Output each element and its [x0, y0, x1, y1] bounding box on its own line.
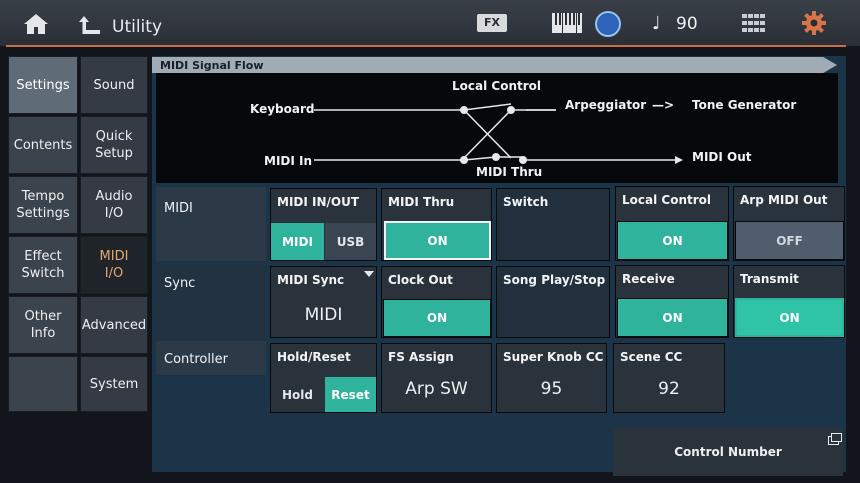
- midi-sync-param[interactable]: MIDI Sync MIDI: [270, 266, 377, 338]
- subtab-midi-io[interactable]: MIDI I/O: [80, 236, 148, 294]
- super-knob-cc-value: 95: [540, 379, 563, 399]
- receive-param: Receive ON: [615, 265, 729, 338]
- tab-label: Other Info: [24, 309, 62, 341]
- subtab-label: Audio I/O: [95, 189, 133, 221]
- flow-midi-out-label: MIDI Out: [692, 150, 752, 164]
- fs-assign-param[interactable]: FS Assign Arp SW: [381, 343, 492, 413]
- row-label-sync: Sync: [156, 264, 266, 338]
- control-number-button[interactable]: Control Number: [613, 428, 843, 476]
- flow-midi-in-label: MIDI In: [264, 154, 313, 168]
- subtab-label: System: [89, 376, 139, 392]
- param-label: Super Knob CC: [503, 350, 604, 364]
- tab-label: Settings: [16, 77, 70, 93]
- header-divider: [6, 45, 846, 47]
- param-label: Clock Out: [388, 273, 453, 287]
- param-label: Transmit: [740, 272, 799, 286]
- flow-keyboard-label: Keyboard: [250, 102, 315, 116]
- subtab-label: Advanced: [81, 317, 147, 333]
- hold-reset-option-hold[interactable]: Hold: [271, 377, 324, 412]
- local-control-toggle[interactable]: ON: [617, 221, 728, 260]
- dropdown-arrow-icon: [364, 271, 374, 277]
- subtab-system[interactable]: System: [80, 356, 148, 412]
- song-play-stop-group: Song Play/Stop: [496, 266, 610, 338]
- local-control-param: Local Control ON: [615, 186, 729, 261]
- row-label-controller: Controller: [156, 341, 266, 375]
- param-label: Arp MIDI Out: [740, 193, 828, 207]
- param-label: MIDI Thru: [388, 195, 455, 209]
- popout-icon: [828, 433, 842, 445]
- scene-cc-param[interactable]: Scene CC 92: [613, 343, 725, 413]
- flow-arpeggiator-label: Arpeggiator: [565, 98, 647, 112]
- midi-inout-option-midi[interactable]: MIDI: [271, 223, 324, 260]
- param-label: Song Play/Stop: [503, 273, 606, 287]
- flow-tone-generator-label: Tone Generator: [692, 98, 797, 112]
- param-label: Scene CC: [620, 350, 683, 364]
- flow-arrow: —>: [652, 98, 675, 112]
- tab-label: Tempo Settings: [16, 189, 70, 221]
- dial-icon[interactable]: [595, 11, 621, 37]
- home-icon[interactable]: [22, 13, 50, 35]
- param-label: FS Assign: [388, 350, 454, 364]
- tab-contents[interactable]: Contents: [8, 116, 78, 174]
- tab-label: Effect Switch: [21, 249, 65, 281]
- subtab-quick-setup[interactable]: Quick Setup: [80, 116, 148, 174]
- row-label-midi: MIDI: [156, 187, 266, 261]
- transmit-toggle[interactable]: ON: [735, 298, 844, 337]
- hold-reset-option-reset[interactable]: Reset: [325, 377, 376, 412]
- section-title: MIDI Signal Flow: [160, 59, 264, 72]
- tab-effect-switch[interactable]: Effect Switch: [8, 236, 78, 294]
- flow-local-control-label: Local Control: [452, 79, 541, 93]
- param-label: Local Control: [622, 193, 711, 207]
- fx-button[interactable]: FX: [477, 14, 507, 32]
- fs-assign-value: Arp SW: [405, 379, 468, 399]
- midi-thru-toggle[interactable]: ON: [384, 221, 491, 260]
- super-knob-cc-param[interactable]: Super Knob CC 95: [496, 343, 607, 413]
- subtab-label: Sound: [93, 77, 135, 93]
- subtab-label: Quick Setup: [95, 129, 133, 161]
- subtab-advanced[interactable]: Advanced: [80, 296, 148, 354]
- arp-midi-out-param: Arp MIDI Out OFF: [733, 186, 845, 261]
- gear-icon[interactable]: [801, 10, 827, 36]
- tempo-value[interactable]: 90: [676, 14, 698, 34]
- transmit-param: Transmit ON: [733, 265, 845, 338]
- switch-group: Switch: [496, 188, 610, 261]
- tab-label: Contents: [13, 137, 73, 153]
- param-label: Receive: [622, 272, 675, 286]
- midi-inout-option-usb[interactable]: USB: [325, 223, 376, 260]
- tempo-note-icon: ♩: [652, 13, 661, 34]
- subtab-audio-io[interactable]: Audio I/O: [80, 176, 148, 234]
- keyboard-icon[interactable]: [552, 13, 582, 33]
- midi-inout-param: MIDI IN/OUT MIDI USB: [270, 188, 377, 261]
- clock-out-toggle[interactable]: ON: [383, 299, 491, 337]
- param-label: MIDI Sync: [277, 273, 345, 287]
- tab-tempo-settings[interactable]: Tempo Settings: [8, 176, 78, 234]
- param-label: MIDI IN/OUT: [277, 195, 360, 209]
- arp-midi-out-toggle[interactable]: OFF: [735, 221, 844, 260]
- scene-cc-value: 92: [658, 379, 680, 399]
- tab-other-info[interactable]: Other Info: [8, 296, 78, 354]
- grid-icon[interactable]: [742, 14, 766, 32]
- receive-toggle[interactable]: ON: [617, 298, 728, 337]
- subtab-label: MIDI I/O: [99, 249, 129, 281]
- midi-sync-value: MIDI: [304, 305, 343, 325]
- tab-empty: [8, 356, 78, 412]
- tab-settings[interactable]: Settings: [8, 56, 78, 114]
- clock-out-param: Clock Out ON: [381, 266, 492, 338]
- midi-thru-param: MIDI Thru ON: [381, 188, 492, 261]
- back-icon[interactable]: [78, 14, 102, 36]
- param-label: Hold/Reset: [277, 350, 351, 364]
- subtab-sound[interactable]: Sound: [80, 56, 148, 114]
- control-number-label: Control Number: [674, 445, 782, 459]
- hold-reset-param: Hold/Reset Hold Reset: [270, 343, 377, 413]
- page-title: Utility: [112, 17, 163, 37]
- flow-midi-thru-label: MIDI Thru: [476, 165, 543, 179]
- param-label: Switch: [503, 195, 549, 209]
